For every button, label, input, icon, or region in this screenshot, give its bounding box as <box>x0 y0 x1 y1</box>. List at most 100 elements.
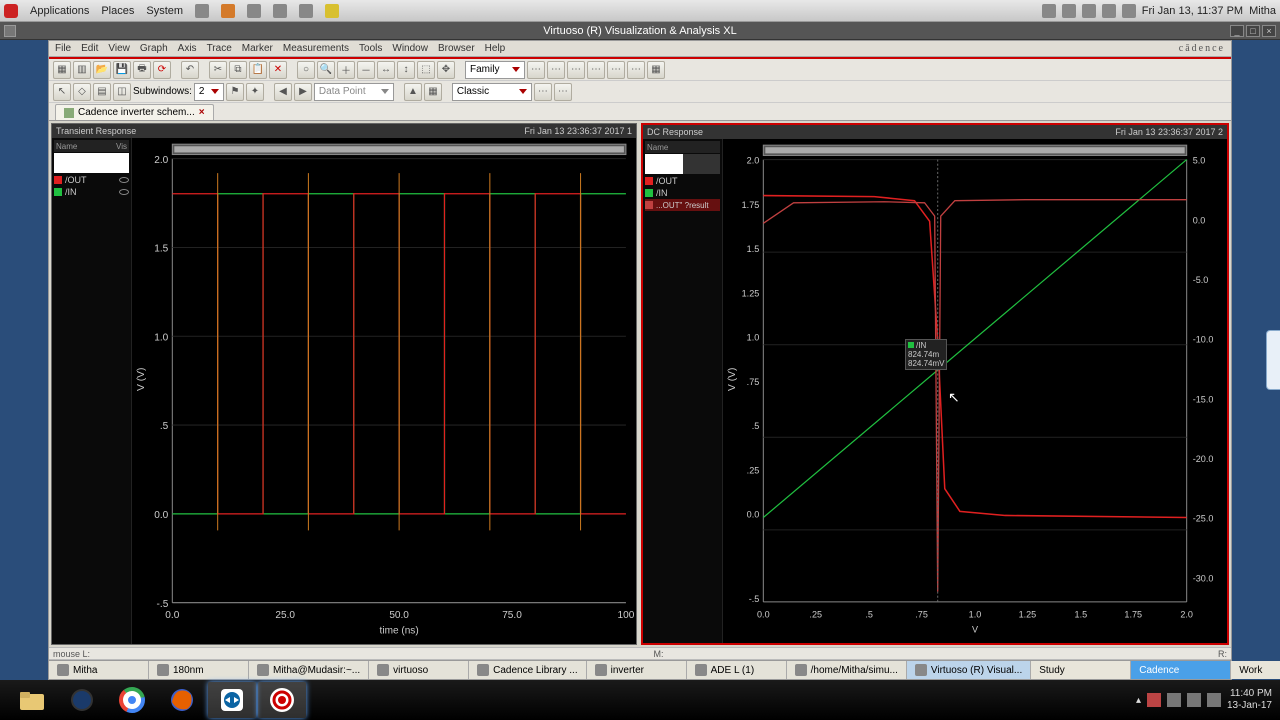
flag-icon[interactable] <box>1147 693 1161 707</box>
reload-button[interactable]: ⟳ <box>153 61 171 79</box>
pan-button[interactable]: ✥ <box>437 61 455 79</box>
split-button[interactable]: ◫ <box>113 83 131 101</box>
legend-out[interactable]: /OUT <box>54 174 129 186</box>
print-button[interactable]: 🖶 <box>133 61 151 79</box>
firefox-launcher[interactable] <box>158 682 206 718</box>
subwindows-select[interactable]: 2 <box>194 83 224 101</box>
visibility-icon[interactable] <box>119 177 129 183</box>
marker-button[interactable]: ✦ <box>246 83 264 101</box>
wtab-visual[interactable]: Virtuoso (R) Visual... <box>907 661 1031 679</box>
legend-search[interactable] <box>54 153 129 173</box>
prev-button[interactable]: ◀ <box>274 83 292 101</box>
zoom-fit-button[interactable]: 🔍 <box>317 61 335 79</box>
tray-icon[interactable] <box>1042 4 1056 18</box>
os-menu-system[interactable]: System <box>146 5 183 17</box>
network-icon[interactable] <box>1167 693 1181 707</box>
wtab-library[interactable]: Cadence Library ... <box>469 661 587 679</box>
quick-launch-icon[interactable] <box>195 4 209 18</box>
workspace-cadence[interactable]: Cadence <box>1131 661 1231 679</box>
menu-trace[interactable]: Trace <box>207 43 232 54</box>
close-button[interactable]: × <box>1262 25 1276 37</box>
app-launcher[interactable] <box>58 682 106 718</box>
tray-icon[interactable] <box>1102 4 1116 18</box>
wtab-ade[interactable]: ADE L (1) <box>687 661 787 679</box>
tray-up-icon[interactable]: ▴ <box>1136 695 1141 706</box>
save-button[interactable]: 💾 <box>113 61 131 79</box>
menu-view[interactable]: View <box>108 43 130 54</box>
volume-icon[interactable] <box>1207 693 1221 707</box>
teamviewer-launcher[interactable] <box>208 682 256 718</box>
open-button[interactable]: 📂 <box>93 61 111 79</box>
zoom-tool-button[interactable]: ○ <box>297 61 315 79</box>
zoom-y-button[interactable]: ↕ <box>397 61 415 79</box>
os-menu-apps[interactable]: Applications <box>30 5 89 17</box>
grid-button[interactable]: ▦ <box>424 83 442 101</box>
os-menu-places[interactable]: Places <box>101 5 134 17</box>
menu-file[interactable]: File <box>55 43 71 54</box>
files-launcher[interactable] <box>8 682 56 718</box>
wtab-terminal[interactable]: Mitha@Mudasir:~... <box>249 661 369 679</box>
maximize-button[interactable]: □ <box>1246 25 1260 37</box>
os-user[interactable]: Mitha <box>1249 5 1276 17</box>
legend-deriv[interactable]: ...OUT" ?result <box>645 199 720 211</box>
menu-browser[interactable]: Browser <box>438 43 475 54</box>
theme-select[interactable]: Classic <box>452 83 532 101</box>
chrome-launcher[interactable] <box>108 682 156 718</box>
zoom-in-button[interactable]: ＋ <box>337 61 355 79</box>
cursor-button[interactable]: ↖ <box>53 83 71 101</box>
new-window-button[interactable]: ▦ <box>53 61 71 79</box>
menu-help[interactable]: Help <box>485 43 506 54</box>
plot-panel-transient[interactable]: Transient Response Fri Jan 13 23:36:37 2… <box>51 123 637 645</box>
zoom-out-button[interactable]: － <box>357 61 375 79</box>
tool-btn[interactable]: ⋯ <box>607 61 625 79</box>
tool-btn[interactable]: ⋯ <box>627 61 645 79</box>
record-launcher[interactable] <box>258 682 306 718</box>
firefox-icon[interactable] <box>221 4 235 18</box>
legend-search[interactable] <box>645 154 683 174</box>
tray-icon[interactable] <box>1122 4 1136 18</box>
tab-close-icon[interactable]: × <box>199 107 205 118</box>
zoom-x-button[interactable]: ↔ <box>377 61 395 79</box>
tool-btn[interactable]: ⋯ <box>587 61 605 79</box>
tool-btn[interactable]: ⋯ <box>567 61 585 79</box>
quick-icon[interactable] <box>325 4 339 18</box>
table-button[interactable]: ▦ <box>647 61 665 79</box>
workspace-work[interactable]: Work <box>1231 661 1280 679</box>
undo-button[interactable]: ↶ <box>181 61 199 79</box>
visibility-icon[interactable] <box>119 189 129 195</box>
datapoint-select[interactable]: Data Point <box>314 83 394 101</box>
menu-marker[interactable]: Marker <box>242 43 273 54</box>
zoom-area-button[interactable]: ⬚ <box>417 61 435 79</box>
quick-icon[interactable] <box>273 4 287 18</box>
quick-icon[interactable] <box>247 4 261 18</box>
chart-dc[interactable]: 2.01.75 1.51.25 1.0.75 .5.25 0.0-.5 5.00… <box>723 139 1227 643</box>
workspace-study[interactable]: Study <box>1031 661 1131 679</box>
tool-btn[interactable]: ⋯ <box>554 83 572 101</box>
quick-icon[interactable] <box>299 4 313 18</box>
tray-icon[interactable] <box>1082 4 1096 18</box>
plot-panel-dc[interactable]: DC Response Fri Jan 13 23:36:37 2017 2 N… <box>641 123 1229 645</box>
tool-btn[interactable]: ⋯ <box>527 61 545 79</box>
menu-graph[interactable]: Graph <box>140 43 168 54</box>
menu-axis[interactable]: Axis <box>178 43 197 54</box>
new-subwindow-button[interactable]: ▥ <box>73 61 91 79</box>
chart-transient[interactable]: 2.0 1.5 1.0 .5 0.0 -.5 0.0 25.0 50.0 <box>132 138 636 644</box>
menu-edit[interactable]: Edit <box>81 43 98 54</box>
battery-icon[interactable] <box>1187 693 1201 707</box>
tool-btn[interactable]: ⋯ <box>547 61 565 79</box>
legend-in[interactable]: /IN <box>54 186 129 198</box>
legend-in[interactable]: /IN <box>645 187 720 199</box>
menu-tools[interactable]: Tools <box>359 43 382 54</box>
tray-icon[interactable] <box>1062 4 1076 18</box>
menu-window[interactable]: Window <box>392 43 428 54</box>
teamviewer-panel-handle[interactable] <box>1266 330 1280 390</box>
marker-a-button[interactable]: ▲ <box>404 83 422 101</box>
wtab-virtuoso[interactable]: virtuoso <box>369 661 469 679</box>
family-select[interactable]: Family <box>465 61 525 79</box>
delete-button[interactable]: ✕ <box>269 61 287 79</box>
tab-inverter-schem[interactable]: Cadence inverter schem... × <box>55 104 214 120</box>
tool-btn[interactable]: ⋯ <box>534 83 552 101</box>
taskbar-clock[interactable]: 11:40 PM 13-Jan-17 <box>1227 688 1272 712</box>
wtab-home[interactable]: /home/Mitha/simu... <box>787 661 907 679</box>
next-button[interactable]: ▶ <box>294 83 312 101</box>
